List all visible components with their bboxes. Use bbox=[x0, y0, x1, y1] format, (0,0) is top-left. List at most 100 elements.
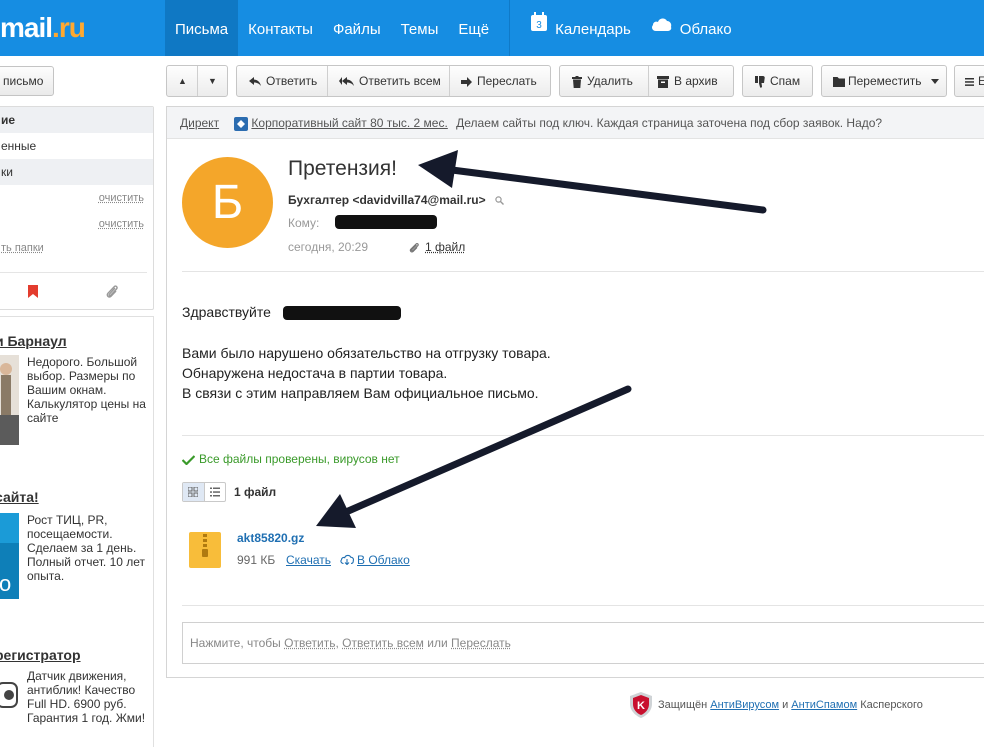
quick-reply-sep: , bbox=[335, 636, 339, 650]
folder-settings-link[interactable]: ть папки bbox=[0, 237, 153, 259]
svg-text:o: o bbox=[0, 571, 11, 596]
folder-drafts[interactable]: ки bbox=[0, 159, 153, 185]
letter-subject: Претензия! bbox=[288, 157, 397, 180]
ad-image[interactable] bbox=[0, 355, 19, 445]
quick-reply-box[interactable]: Нажмите, чтобы Ответить, Ответить всем и… bbox=[182, 622, 984, 664]
ad-block[interactable]: и Барнаул Недорого. Большой выбор. Разме… bbox=[0, 333, 155, 445]
folder-label: енные bbox=[1, 139, 37, 153]
sender-address[interactable]: Бухгалтер <davidvilla74@mail.ru> bbox=[288, 193, 486, 207]
divider bbox=[182, 605, 984, 606]
grid-view-button[interactable] bbox=[183, 483, 205, 501]
flag-icon[interactable] bbox=[27, 285, 39, 302]
archive-label: В архив bbox=[674, 74, 718, 88]
ad-image[interactable] bbox=[0, 669, 19, 729]
kaspersky-suffix: Касперского bbox=[860, 699, 923, 711]
svg-text:K: K bbox=[637, 700, 645, 712]
delete-archive-group: Удалить В архив bbox=[559, 65, 734, 97]
forward-icon bbox=[461, 76, 472, 87]
direct-label[interactable]: Директ bbox=[180, 116, 219, 130]
ad-title[interactable]: регистратор bbox=[0, 647, 155, 663]
nav-themes[interactable]: Темы bbox=[391, 0, 449, 56]
quick-reply-all-link[interactable]: Ответить всем bbox=[342, 636, 424, 650]
reply-button[interactable]: Ответить bbox=[249, 66, 317, 96]
write-letter-button[interactable]: письмо bbox=[0, 66, 54, 96]
download-link[interactable]: Скачать bbox=[286, 553, 331, 567]
calendar-day: 3 bbox=[536, 20, 542, 31]
search-icon[interactable] bbox=[495, 196, 504, 206]
divider bbox=[182, 435, 984, 436]
antivirus-link[interactable]: АнтиВирусом bbox=[710, 699, 779, 711]
nav-calendar[interactable]: 3 Календарь bbox=[520, 0, 641, 56]
attachment-size: 991 КБ bbox=[237, 553, 276, 567]
message-toolbar: ▲ ▼ Ответить Ответить всем Переслать Уда… bbox=[166, 65, 984, 97]
ad-text[interactable]: Датчик движения, антиблик! Качество Full… bbox=[27, 669, 151, 725]
archive-icon bbox=[657, 75, 669, 88]
ad-block[interactable]: регистратор Датчик движения, антиблик! К… bbox=[0, 647, 155, 729]
ad-block[interactable]: сайта! o Рост ТИЦ, PR, посещаемости. Сде… bbox=[0, 489, 155, 599]
ad-title[interactable]: и Барнаул bbox=[0, 333, 155, 349]
nav-more[interactable]: Ещё bbox=[448, 0, 499, 56]
folder-sent[interactable]: енные bbox=[0, 133, 153, 159]
reply-all-button[interactable]: Ответить всем bbox=[339, 66, 441, 96]
folder-inbox[interactable]: ие bbox=[0, 107, 153, 133]
mailru-logo[interactable]: mail.ru bbox=[0, 12, 86, 44]
reply-icon bbox=[249, 76, 261, 86]
forward-button[interactable]: Переслать bbox=[461, 66, 537, 96]
paperclip-icon[interactable] bbox=[105, 284, 119, 303]
nav-letters[interactable]: Письма bbox=[165, 0, 239, 56]
clear-spam-link[interactable]: очистить bbox=[99, 185, 144, 211]
paperclip-icon bbox=[409, 242, 419, 253]
sender-avatar: Б bbox=[182, 157, 273, 248]
attachment-filename[interactable]: akt85820.gz bbox=[237, 531, 304, 545]
ad-title[interactable]: сайта! bbox=[0, 489, 155, 505]
letter-to: Кому: bbox=[288, 216, 320, 230]
quick-forward-link[interactable]: Переслать bbox=[451, 636, 511, 650]
save-to-cloud-label: В Облако bbox=[357, 553, 410, 567]
letter-from[interactable]: Бухгалтер <davidvilla74@mail.ru> bbox=[288, 193, 504, 207]
archive-file-icon[interactable] bbox=[189, 532, 221, 571]
divider bbox=[449, 66, 450, 96]
redacted-name bbox=[283, 306, 401, 320]
folder-trash[interactable]: очистить bbox=[0, 211, 153, 237]
archive-button[interactable]: В архив bbox=[657, 66, 718, 96]
move-dropdown-content: Переместить bbox=[833, 66, 939, 96]
direct-link[interactable]: Корпоративный сайт 80 тыс. 2 мес. bbox=[251, 116, 447, 130]
more-button[interactable]: Е bbox=[954, 65, 984, 97]
folder-icon bbox=[833, 76, 845, 87]
folder-spam[interactable]: очистить bbox=[0, 185, 153, 211]
calendar-icon: 3 bbox=[530, 0, 548, 58]
prev-message-button[interactable]: ▲ bbox=[178, 66, 187, 96]
virus-check-text: Все файлы проверены, вирусов нет bbox=[199, 452, 400, 466]
nav-contacts[interactable]: Контакты bbox=[238, 0, 323, 56]
spam-button[interactable]: Спам bbox=[742, 65, 813, 97]
antispam-link[interactable]: АнтиСпамом bbox=[791, 699, 857, 711]
nav-cloud-label: Облако bbox=[679, 21, 732, 38]
direct-text[interactable]: Делаем сайты под ключ. Каждая страница з… bbox=[456, 116, 882, 130]
nav-arrows-group: ▲ ▼ bbox=[166, 65, 228, 97]
greeting-text: Здравствуйте bbox=[182, 304, 271, 320]
delete-button[interactable]: Удалить bbox=[572, 66, 633, 96]
quick-reply-link[interactable]: Ответить bbox=[284, 636, 335, 650]
attachments-link[interactable]: 1 файл bbox=[408, 240, 465, 254]
divider bbox=[182, 271, 984, 272]
save-to-cloud-link[interactable]: В Облако bbox=[340, 553, 410, 567]
ad-image[interactable]: o bbox=[0, 513, 19, 599]
ad-text[interactable]: Рост ТИЦ, PR, посещаемости. Сделаем за 1… bbox=[27, 513, 151, 583]
virus-check-status: Все файлы проверены, вирусов нет bbox=[181, 452, 400, 466]
move-label: Переместить bbox=[848, 74, 922, 88]
clear-trash-link[interactable]: очистить bbox=[99, 211, 144, 237]
reply-label: Ответить bbox=[266, 74, 318, 88]
delete-label: Удалить bbox=[587, 74, 633, 88]
nav-cloud[interactable]: Облако bbox=[641, 0, 742, 56]
move-dropdown[interactable]: Переместить bbox=[821, 65, 947, 97]
kaspersky-protection: K Защищён АнтиВирусом и АнтиСпамом Каспер… bbox=[630, 690, 923, 720]
top-bar: mail.ru Письма Контакты Файлы Темы Ещё 3… bbox=[0, 0, 984, 56]
next-message-button[interactable]: ▼ bbox=[208, 66, 217, 96]
forward-label: Переслать bbox=[477, 74, 537, 88]
ad-text[interactable]: Недорого. Большой выбор. Размеры по Ваши… bbox=[27, 355, 151, 425]
attachments-link-label: 1 файл bbox=[425, 240, 466, 254]
nav-calendar-label: Календарь bbox=[555, 21, 631, 38]
body-line: В связи с этим направляем Вам официально… bbox=[182, 385, 539, 401]
nav-files[interactable]: Файлы bbox=[323, 0, 391, 56]
list-view-button[interactable] bbox=[205, 483, 226, 501]
